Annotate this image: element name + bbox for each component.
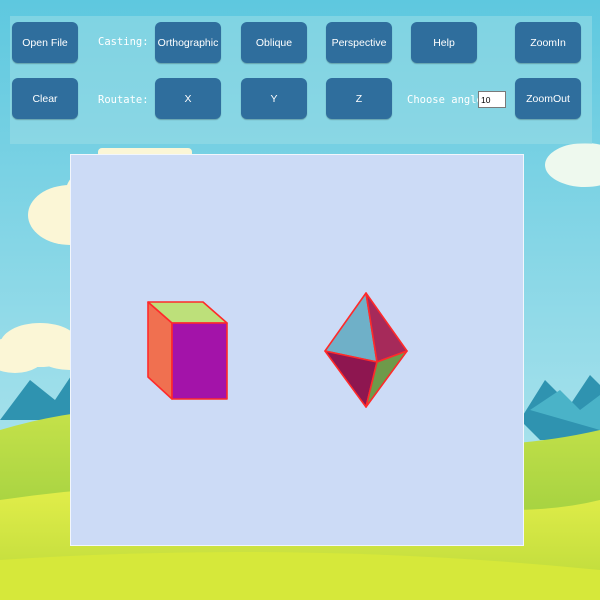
zoom-in-button[interactable]: ZoomIn — [515, 22, 581, 63]
rotate-z-button[interactable]: Z — [326, 78, 392, 119]
orthographic-button[interactable]: Orthographic — [155, 22, 221, 63]
angle-label: Choose angle: — [407, 94, 490, 106]
casting-label: Casting: — [98, 36, 149, 48]
scene-svg — [147, 292, 408, 408]
octahedron-shape — [324, 292, 408, 408]
clear-button[interactable]: Clear — [12, 78, 78, 119]
rotate-x-button[interactable]: X — [155, 78, 221, 119]
rotate-label: Routate: — [98, 94, 149, 106]
help-button[interactable]: Help — [411, 22, 477, 63]
rotate-y-button[interactable]: Y — [241, 78, 307, 119]
render-canvas[interactable] — [70, 154, 524, 546]
cube-shape — [147, 301, 228, 400]
oblique-button[interactable]: Oblique — [241, 22, 307, 63]
perspective-button[interactable]: Perspective — [326, 22, 392, 63]
open-file-button[interactable]: Open File — [12, 22, 78, 63]
angle-input[interactable] — [478, 91, 506, 108]
cube-front-face — [171, 322, 228, 400]
zoom-out-button[interactable]: ZoomOut — [515, 78, 581, 119]
